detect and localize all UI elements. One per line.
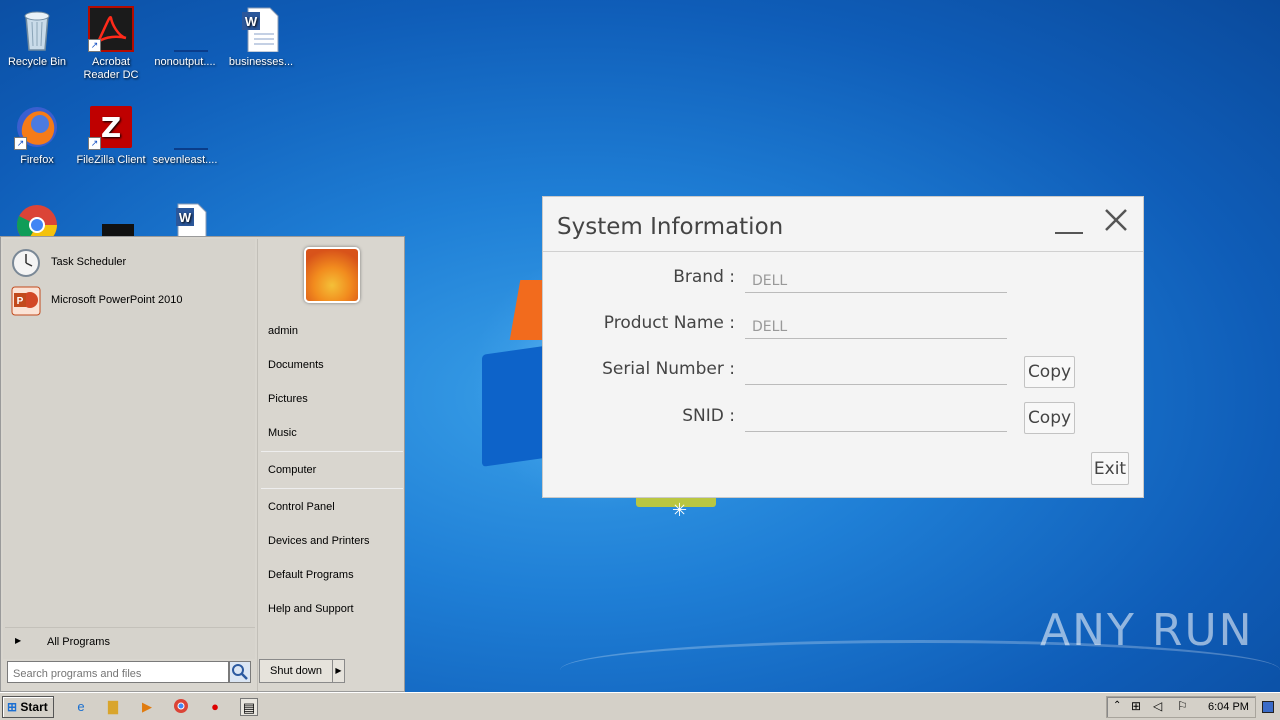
all-programs-label: All Programs <box>47 636 110 648</box>
link-music[interactable]: Music <box>268 427 297 439</box>
sparkle-icon: ✳ <box>672 500 688 520</box>
program-label: Task Scheduler <box>51 256 127 268</box>
desktop-icon-label: businesses... <box>228 56 294 68</box>
search-icon <box>232 664 248 680</box>
product-name-row: Product Name : <box>543 309 1143 345</box>
shortcut-arrow-icon: ↗ <box>88 39 101 52</box>
opera-icon[interactable]: ● <box>206 698 224 716</box>
arrow-right-icon: ▶ <box>15 636 22 645</box>
start-menu: Task Scheduler P Microsoft PowerPoint 20… <box>0 236 405 692</box>
start-menu-programs-pane: Task Scheduler P Microsoft PowerPoint 20… <box>3 239 255 659</box>
title-separator <box>543 251 1143 252</box>
file-icon <box>162 6 208 52</box>
file-icon <box>162 104 208 150</box>
chrome-taskbar-icon[interactable] <box>172 698 190 716</box>
desktop-icon-label: Firefox <box>20 154 54 166</box>
all-programs-button[interactable]: ▶ All Programs <box>5 627 255 655</box>
link-default-programs[interactable]: Default Programs <box>268 569 354 581</box>
snid-field[interactable] <box>745 408 1007 432</box>
program-powerpoint[interactable]: P Microsoft PowerPoint 2010 <box>11 283 251 319</box>
search-button[interactable] <box>229 661 251 683</box>
copy-serial-button[interactable]: Copy <box>1024 356 1075 388</box>
show-desktop-button[interactable] <box>1262 701 1274 713</box>
shutdown-button[interactable]: Shut down <box>259 659 333 683</box>
internet-explorer-icon[interactable]: e <box>72 698 90 716</box>
volume-icon[interactable]: ◁ <box>1153 699 1162 713</box>
flag-icon[interactable]: ⚐ <box>1177 699 1188 713</box>
link-help-support[interactable]: Help and Support <box>268 603 354 615</box>
desktop-icon-sevenleast[interactable]: sevenleast.... <box>148 104 222 167</box>
exit-button[interactable]: Exit <box>1091 452 1129 485</box>
media-player-icon[interactable]: ▶ <box>138 698 156 716</box>
link-control-panel[interactable]: Control Panel <box>268 501 335 513</box>
folder-icon[interactable]: ▇ <box>104 698 122 716</box>
desktop-icon-label: FileZilla Client <box>76 154 146 166</box>
link-documents[interactable]: Documents <box>268 359 324 371</box>
desktop-icon-label: Recycle Bin <box>7 56 67 68</box>
firefox-icon: ↗ <box>14 104 60 150</box>
shutdown-options-button[interactable]: ▶ <box>332 659 345 683</box>
powerpoint-icon: P <box>11 286 41 316</box>
minimize-button[interactable] <box>1053 219 1083 239</box>
desktop-icon-filezilla[interactable]: Z ↗ FileZilla Client <box>74 104 148 167</box>
svg-text:P: P <box>17 296 24 307</box>
link-admin[interactable]: admin <box>268 325 298 337</box>
chevron-up-icon[interactable]: ⌃ <box>1113 700 1121 711</box>
network-icon[interactable]: ⊞ <box>1131 699 1141 713</box>
desktop-icon-recycle-bin[interactable]: Recycle Bin <box>0 6 74 69</box>
program-label: Microsoft PowerPoint 2010 <box>51 294 183 306</box>
brand-row: Brand : <box>543 263 1143 299</box>
word-document-icon: W <box>238 6 284 53</box>
svg-text:W: W <box>179 210 192 225</box>
desktop-icon-label: nonoutput.... <box>154 56 216 68</box>
shortcut-arrow-icon: ↗ <box>88 137 101 150</box>
link-pictures[interactable]: Pictures <box>268 393 308 405</box>
serial-number-label: Serial Number : <box>602 359 735 379</box>
product-name-field[interactable] <box>745 315 1007 339</box>
product-name-label: Product Name : <box>603 313 735 333</box>
desktop-icon-firefox[interactable]: ↗ Firefox <box>0 104 74 167</box>
recycle-bin-icon <box>14 6 60 52</box>
serial-number-field[interactable] <box>745 361 1007 385</box>
user-avatar[interactable] <box>304 247 360 303</box>
close-button[interactable] <box>1103 207 1129 239</box>
search-input[interactable] <box>7 661 229 683</box>
clock-icon <box>11 248 41 278</box>
taskbar: ⊞ Start e ▇ ▶ ● ▤ ⌃ ⊞ ◁ ⚐ 6:04 PM <box>0 692 1280 720</box>
link-computer[interactable]: Computer <box>268 464 316 476</box>
dialog-title: System Information <box>557 214 784 240</box>
brand-field[interactable] <box>745 269 1007 293</box>
desktop-icon-acrobat[interactable]: ↗ Acrobat Reader DC <box>74 6 148 82</box>
link-devices-printers[interactable]: Devices and Printers <box>268 535 370 547</box>
clock[interactable]: 6:04 PM <box>1208 701 1249 713</box>
start-button[interactable]: ⊞ Start <box>2 696 54 718</box>
svg-text:W: W <box>245 14 258 29</box>
system-info-dialog: System Information Brand : Product Name … <box>542 196 1144 498</box>
filezilla-icon: Z ↗ <box>88 104 134 150</box>
program-task-scheduler[interactable]: Task Scheduler <box>11 245 251 281</box>
acrobat-icon: ↗ <box>88 6 134 52</box>
desktop-icon-nonoutput[interactable]: nonoutput.... <box>148 6 222 69</box>
brand-label: Brand : <box>673 267 735 287</box>
snid-label: SNID : <box>682 406 735 426</box>
svg-text:Z: Z <box>101 111 121 144</box>
close-icon <box>1105 209 1127 231</box>
links-separator <box>261 451 403 452</box>
start-label: Start <box>20 700 48 714</box>
desktop-icon-label: sevenleast.... <box>152 154 218 166</box>
start-menu-links-pane: admin Documents Pictures Music Computer … <box>257 239 404 691</box>
windows-logo-icon: ⊞ <box>7 700 18 714</box>
desktop-icon-businesses[interactable]: W businesses... <box>224 6 298 69</box>
shortcut-arrow-icon: ↗ <box>14 137 27 150</box>
links-separator <box>261 488 403 489</box>
app-window-icon[interactable]: ▤ <box>240 698 258 716</box>
copy-snid-button[interactable]: Copy <box>1024 402 1075 434</box>
wallpaper-logo-blue <box>482 345 550 467</box>
watermark: ANY RUN <box>1040 605 1254 656</box>
desktop-icon-label: Acrobat Reader DC <box>83 56 139 81</box>
